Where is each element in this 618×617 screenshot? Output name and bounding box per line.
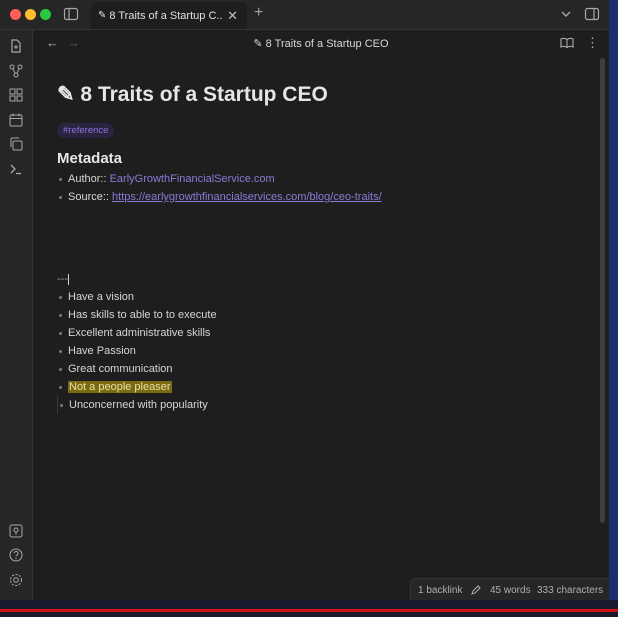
bullet-icon — [59, 178, 62, 181]
horizontal-rule[interactable]: --- — [57, 272, 577, 286]
nested-list: Unconcerned with popularity — [57, 396, 577, 414]
help-icon[interactable] — [8, 547, 24, 563]
list-item: Author:: EarlyGrowthFinancialService.com — [57, 170, 577, 188]
chevron-down-icon[interactable] — [559, 7, 573, 21]
close-window-button[interactable] — [10, 9, 21, 20]
traits-list: Have a vision Has skills to able to to e… — [57, 288, 577, 396]
list-item: Source:: https://earlygrowthfinancialser… — [57, 188, 577, 206]
edit-pencil-icon[interactable] — [470, 584, 482, 596]
backlinks-count[interactable]: 1 backlink — [418, 585, 462, 596]
bullet-icon — [59, 296, 62, 299]
list-item: Have Passion — [57, 342, 577, 360]
bullet-icon — [59, 368, 62, 371]
trait-text: Has skills to able to to execute — [68, 309, 217, 321]
list-item: Not a people pleaser — [57, 378, 577, 396]
trait-text: Have a vision — [68, 291, 135, 303]
left-sidebar-toggle-icon[interactable] — [63, 6, 79, 22]
source-label: Source:: — [68, 191, 109, 203]
sub-trait-text: Unconcerned with popularity — [69, 399, 208, 411]
list-item: Have a vision — [57, 288, 577, 306]
graph-icon[interactable] — [8, 63, 24, 79]
trait-text: Great communication — [68, 363, 173, 375]
canvas-icon[interactable] — [8, 87, 24, 103]
vault-icon[interactable] — [8, 523, 24, 539]
right-sidebar-toggle-icon[interactable] — [584, 6, 600, 22]
left-ribbon — [0, 30, 33, 600]
scrollbar[interactable] — [600, 58, 605, 523]
tab-note[interactable]: ✎ 8 Traits of a Startup C... ✕ — [91, 2, 247, 29]
note-content[interactable]: ✎ 8 Traits of a Startup CEO #reference M… — [57, 82, 577, 414]
list-item: Has skills to able to to execute — [57, 306, 577, 324]
red-line — [0, 609, 618, 612]
tag-reference[interactable]: #reference — [57, 123, 115, 138]
metadata-list: Author:: EarlyGrowthFinancialService.com… — [57, 170, 577, 206]
desktop-background — [0, 600, 618, 617]
author-label: Author:: — [68, 173, 107, 185]
terminal-icon[interactable] — [8, 161, 24, 177]
desktop-background — [609, 0, 618, 600]
author-link[interactable]: EarlyGrowthFinancialService.com — [110, 173, 275, 185]
bullet-icon — [59, 196, 62, 199]
more-options-icon[interactable]: ⋮ — [586, 35, 599, 51]
open-file-icon[interactable] — [8, 38, 24, 54]
calendar-icon[interactable] — [8, 112, 24, 128]
list-item: Great communication — [57, 360, 577, 378]
bullet-icon — [60, 404, 63, 407]
bullet-icon — [59, 314, 62, 317]
note-title[interactable]: ✎ 8 Traits of a Startup CEO — [57, 82, 577, 114]
source-link[interactable]: https://earlygrowthfinancialservices.com… — [112, 191, 382, 203]
settings-icon[interactable] — [8, 572, 24, 588]
status-bar: 1 backlink 45 words 333 characters — [410, 578, 610, 601]
book-open-icon[interactable] — [560, 36, 574, 50]
highlighted-trait: Not a people pleaser — [68, 381, 172, 393]
character-count: 333 characters — [537, 585, 604, 596]
bullet-icon — [59, 350, 62, 353]
title-bar: ✎ 8 Traits of a Startup C... ✕ + — [0, 0, 618, 30]
new-tab-button[interactable]: + — [254, 4, 263, 22]
bullet-icon — [59, 386, 62, 389]
view-title[interactable]: ✎ 8 Traits of a Startup CEO — [33, 37, 609, 50]
pencil-icon: ✎ — [98, 10, 107, 21]
list-item: Unconcerned with popularity — [58, 396, 577, 414]
hr-text: --- — [57, 273, 68, 285]
bullet-icon — [59, 332, 62, 335]
minimize-window-button[interactable] — [25, 9, 36, 20]
view-header: ← → ✎ 8 Traits of a Startup CEO ⋮ — [33, 30, 609, 56]
close-tab-icon[interactable]: ✕ — [227, 8, 238, 24]
trait-text: Excellent administrative skills — [68, 327, 211, 339]
zoom-window-button[interactable] — [40, 9, 51, 20]
trait-text: Have Passion — [68, 345, 136, 357]
copy-icon[interactable] — [8, 136, 24, 152]
metadata-heading: Metadata — [57, 150, 123, 167]
word-count: 45 words — [490, 585, 531, 596]
list-item: Excellent administrative skills — [57, 324, 577, 342]
text-cursor — [68, 273, 69, 285]
tab-title: 8 Traits of a Startup C... — [109, 9, 224, 22]
editor-pane: ← → ✎ 8 Traits of a Startup CEO ⋮ ✎ 8 Tr… — [33, 30, 609, 600]
